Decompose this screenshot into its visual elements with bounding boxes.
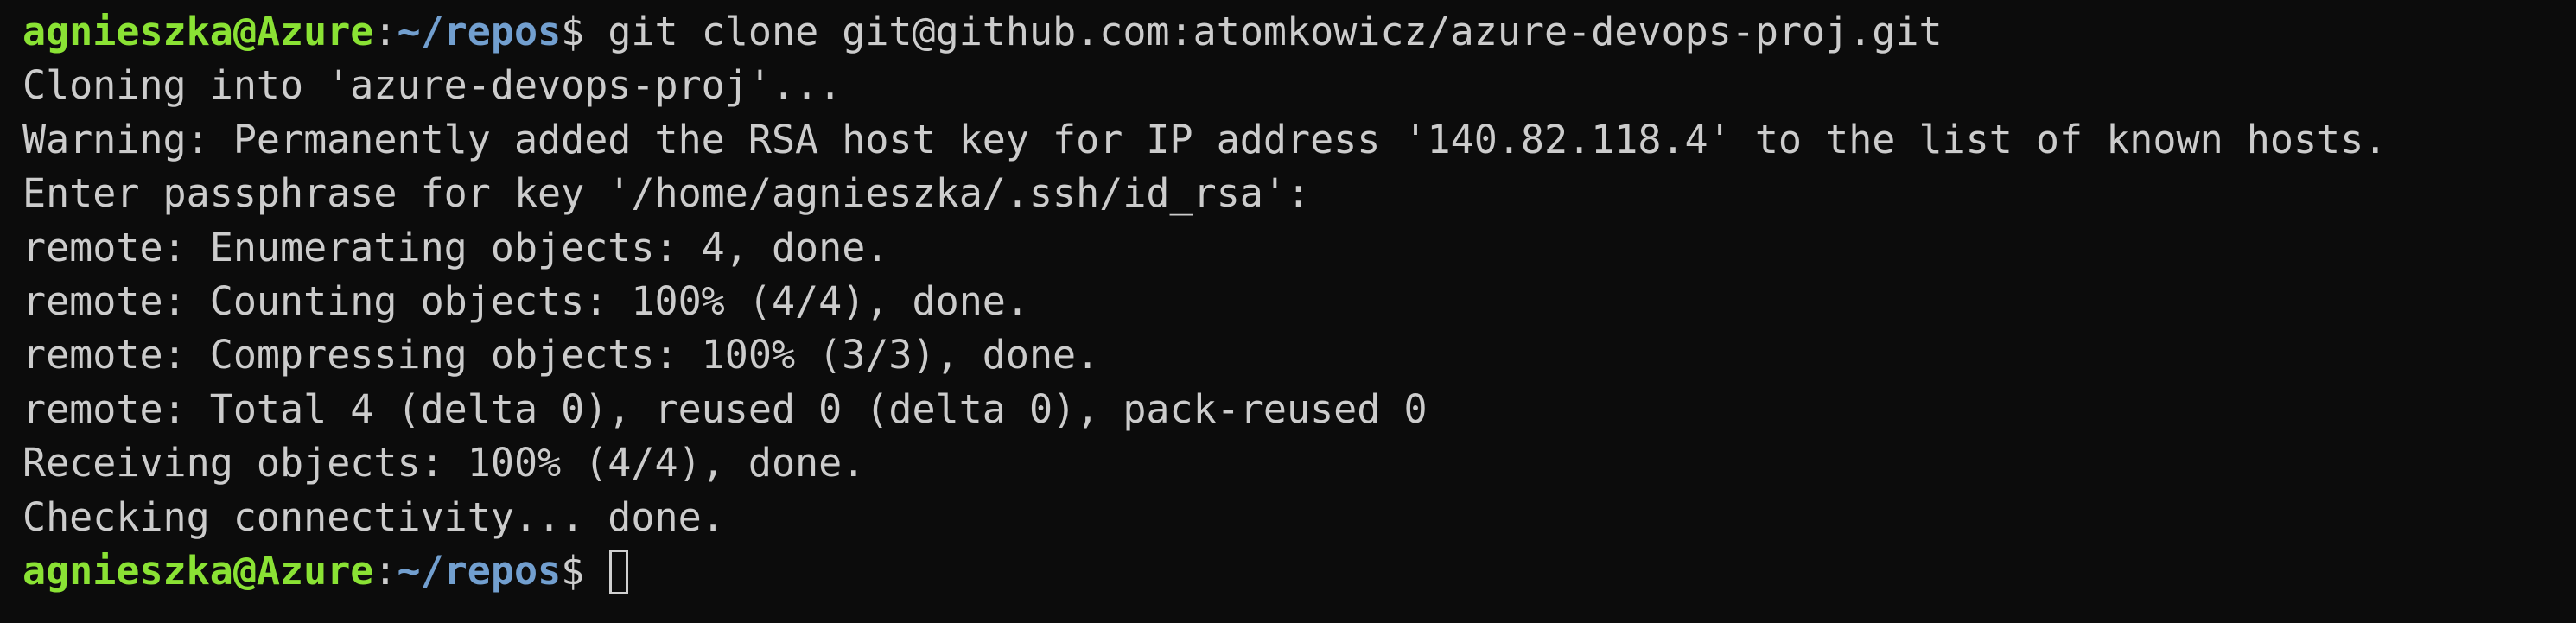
- prompt-path: ~/repos: [397, 547, 562, 594]
- output-line: Warning: Permanently added the RSA host …: [22, 116, 2388, 162]
- prompt-separator: :: [373, 547, 398, 594]
- prompt-path: ~/repos: [397, 9, 562, 54]
- output-line: Cloning into 'azure-devops-proj'...: [22, 62, 843, 109]
- text-cursor[interactable]: [609, 549, 629, 594]
- output-line: Enter passphrase for key '/home/agnieszk…: [22, 170, 1311, 217]
- output-line: Checking connectivity... done.: [22, 493, 725, 540]
- output-line: remote: Total 4 (delta 0), reused 0 (del…: [22, 385, 1428, 432]
- terminal-window[interactable]: agnieszka@Azure:~/repos$ git clone git@g…: [0, 0, 2576, 623]
- active-prompt-line[interactable]: agnieszka@Azure:~/repos$: [22, 544, 2387, 598]
- prompt-symbol: $: [561, 9, 608, 54]
- prompt-separator: :: [373, 9, 398, 54]
- prompt-user-host: agnieszka@Azure: [22, 547, 374, 594]
- prompt-symbol: $: [561, 547, 608, 594]
- terminal-output: agnieszka@Azure:~/repos$ git clone git@g…: [22, 5, 2387, 598]
- command-line: agnieszka@Azure:~/repos$ git clone git@g…: [22, 5, 2387, 59]
- command-text: git clone git@github.com:atomkowicz/azur…: [607, 9, 1943, 54]
- prompt-user-host: agnieszka@Azure: [22, 9, 374, 54]
- output-line: remote: Compressing objects: 100% (3/3),…: [22, 332, 1100, 378]
- output-line: remote: Enumerating objects: 4, done.: [22, 224, 889, 270]
- output-line: Receiving objects: 100% (4/4), done.: [22, 440, 866, 486]
- output-line: remote: Counting objects: 100% (4/4), do…: [22, 277, 1029, 324]
